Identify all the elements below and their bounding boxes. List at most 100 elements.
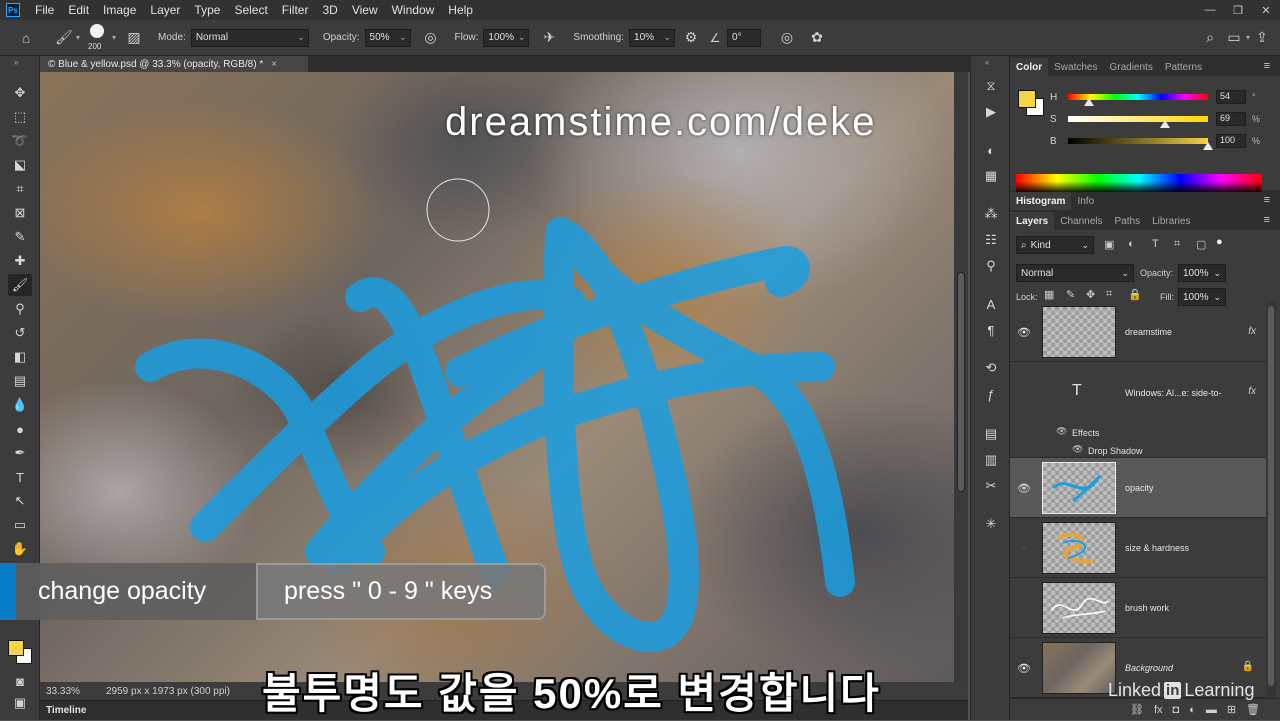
tab-layers[interactable]: Layers: [1010, 212, 1055, 230]
brush-settings-icon[interactable]: ▨: [122, 29, 146, 46]
clone-stamp-tool-icon[interactable]: ⚲: [8, 298, 32, 320]
flow-field[interactable]: 100% ⌄: [483, 28, 530, 47]
brush-size-preview[interactable]: 200: [84, 22, 112, 54]
type-tool-icon[interactable]: T: [8, 466, 32, 488]
saturation-value[interactable]: 69: [1216, 112, 1246, 126]
panel-menu-icon[interactable]: ≡: [1264, 214, 1270, 226]
layers-scrollbar[interactable]: [1266, 302, 1276, 698]
styles-panel-icon[interactable]: ▦: [979, 166, 1003, 186]
layers-scrollbar-thumb[interactable]: [1268, 306, 1274, 686]
pen-tool-icon[interactable]: ✒: [8, 442, 32, 464]
lasso-tool-icon[interactable]: ➰: [8, 130, 32, 152]
eyedropper-tool-icon[interactable]: ✎: [8, 226, 32, 248]
eraser-tool-icon[interactable]: ◧: [8, 346, 32, 368]
link-layers-icon[interactable]: ⛓: [1130, 703, 1144, 716]
gradient-tool-icon[interactable]: ▤: [8, 370, 32, 392]
layer-row-size-hardness[interactable]: ▫ size & hardness: [1010, 518, 1266, 578]
history-panel-icon[interactable]: ⧖: [979, 76, 1003, 96]
3d-panel-icon[interactable]: ✳: [979, 514, 1003, 534]
tab-swatches[interactable]: Swatches: [1048, 58, 1103, 76]
path-selection-tool-icon[interactable]: ↖: [8, 490, 32, 512]
eye-hidden-icon[interactable]: ▫: [1018, 386, 1030, 398]
effects-eye-icon[interactable]: 👁: [1056, 426, 1067, 437]
brush-settings-panel-icon[interactable]: ☷: [979, 230, 1003, 250]
color-fg-swatch[interactable]: [1018, 90, 1036, 108]
color-spectrum-ramp[interactable]: [1016, 174, 1262, 192]
smoothing-field[interactable]: 10% ⌄: [629, 28, 676, 47]
menu-help[interactable]: Help: [441, 3, 480, 17]
canvas-vertical-scrollbar[interactable]: [954, 72, 968, 682]
timeline-history-icon[interactable]: ⟲: [979, 358, 1003, 378]
new-layer-icon[interactable]: ⊞: [1227, 703, 1236, 716]
hue-value[interactable]: 54: [1216, 90, 1246, 104]
menu-layer[interactable]: Layer: [143, 3, 187, 17]
layer-filter-select[interactable]: ⌕ Kind ⌄: [1016, 236, 1094, 254]
lock-image-pixels-icon[interactable]: ✎: [1066, 288, 1075, 301]
brushes-panel-icon[interactable]: ⁂: [979, 204, 1003, 224]
tools-panel-icon[interactable]: ✂: [979, 476, 1003, 496]
dodge-tool-icon[interactable]: ●: [8, 418, 32, 440]
rectangle-tool-icon[interactable]: ▭: [8, 514, 32, 536]
eye-hidden-icon[interactable]: ▫: [1018, 602, 1030, 614]
clone-source-panel-icon[interactable]: ⚲: [979, 256, 1003, 276]
tab-gradients[interactable]: Gradients: [1103, 58, 1158, 76]
properties-panel-icon[interactable]: ƒ: [979, 384, 1003, 404]
tab-info[interactable]: Info: [1071, 192, 1100, 210]
delete-layer-icon[interactable]: 🗑: [1246, 703, 1260, 716]
tab-paths[interactable]: Paths: [1109, 212, 1147, 230]
marquee-tool-icon[interactable]: ⬚: [8, 106, 32, 128]
chevron-down-icon[interactable]: ▾: [112, 33, 116, 42]
frame-tool-icon[interactable]: ⊠: [8, 202, 32, 224]
filter-type-layers-icon[interactable]: T: [1152, 238, 1159, 250]
menu-file[interactable]: File: [28, 3, 61, 17]
actions-panel-icon[interactable]: ▶: [979, 102, 1003, 122]
filter-adjustment-layers-icon[interactable]: ◐: [1128, 238, 1135, 250]
eye-icon[interactable]: 👁: [1017, 326, 1031, 339]
tab-color[interactable]: Color: [1010, 58, 1049, 76]
layer-row-brush-work[interactable]: ▫ brush work: [1010, 578, 1266, 638]
tab-histogram[interactable]: Histogram: [1010, 192, 1072, 210]
workspace-icon[interactable]: ▭: [1222, 29, 1246, 46]
menu-edit[interactable]: Edit: [61, 3, 96, 17]
search-icon[interactable]: ⌕: [1198, 29, 1222, 46]
tab-channels[interactable]: Channels: [1054, 212, 1108, 230]
menu-filter[interactable]: Filter: [275, 3, 316, 17]
close-tab-icon[interactable]: ×: [271, 59, 277, 70]
lock-artboard-icon[interactable]: ⌗: [1106, 288, 1112, 301]
pressure-size-icon[interactable]: ◎: [775, 29, 799, 46]
mode-select[interactable]: Normal ⌄: [190, 28, 309, 47]
pressure-opacity-icon[interactable]: ◎: [419, 29, 443, 46]
document-tab[interactable]: © Blue & yellow.psd @ 33.3% (opacity, RG…: [40, 56, 308, 72]
document-info[interactable]: 2959 px x 1973 px (300 ppi): [106, 686, 230, 697]
layer-row-windows-type[interactable]: ▫ T Windows: Al...e: side-to- fx 👁 Effec…: [1010, 362, 1266, 458]
menu-image[interactable]: Image: [96, 3, 143, 17]
menu-select[interactable]: Select: [227, 3, 274, 17]
eye-hidden-icon[interactable]: ▫: [1018, 542, 1030, 554]
brush-tool-icon[interactable]: 🖌: [8, 274, 32, 296]
home-icon[interactable]: ⌂: [14, 30, 38, 46]
brightness-slider[interactable]: [1068, 138, 1213, 150]
fx-icon[interactable]: fx: [1248, 386, 1256, 397]
menu-window[interactable]: Window: [385, 3, 442, 17]
scrollbar-thumb[interactable]: [957, 272, 965, 492]
new-group-icon[interactable]: ▬: [1206, 704, 1217, 716]
saturation-slider-knob[interactable]: [1159, 120, 1170, 128]
move-tool-icon[interactable]: ✥: [8, 82, 32, 104]
lock-all-icon[interactable]: 🔒: [1128, 288, 1142, 301]
tab-patterns[interactable]: Patterns: [1159, 58, 1208, 76]
fx-icon[interactable]: fx: [1248, 326, 1256, 337]
panel-menu-icon[interactable]: ≡: [1264, 194, 1270, 206]
add-layer-style-icon[interactable]: fx: [1154, 704, 1163, 716]
crop-tool-icon[interactable]: ⌗: [8, 178, 32, 200]
zoom-level[interactable]: 33.33%: [46, 686, 96, 697]
quick-mask-icon[interactable]: ◙: [8, 670, 32, 692]
tab-libraries[interactable]: Libraries: [1146, 212, 1196, 230]
paragraph-panel-icon[interactable]: ¶: [979, 320, 1003, 340]
screen-mode-icon[interactable]: ▣: [8, 692, 32, 714]
filter-shape-layers-icon[interactable]: ⌗: [1174, 238, 1180, 251]
airbrush-icon[interactable]: ✈: [537, 29, 561, 46]
symmetry-butterfly-icon[interactable]: ✿: [805, 29, 829, 46]
panel-collapse-icon[interactable]: «: [985, 58, 989, 67]
opacity-field[interactable]: 50% ⌄: [364, 28, 411, 47]
smoothing-options-gear-icon[interactable]: ⚙: [679, 29, 703, 46]
